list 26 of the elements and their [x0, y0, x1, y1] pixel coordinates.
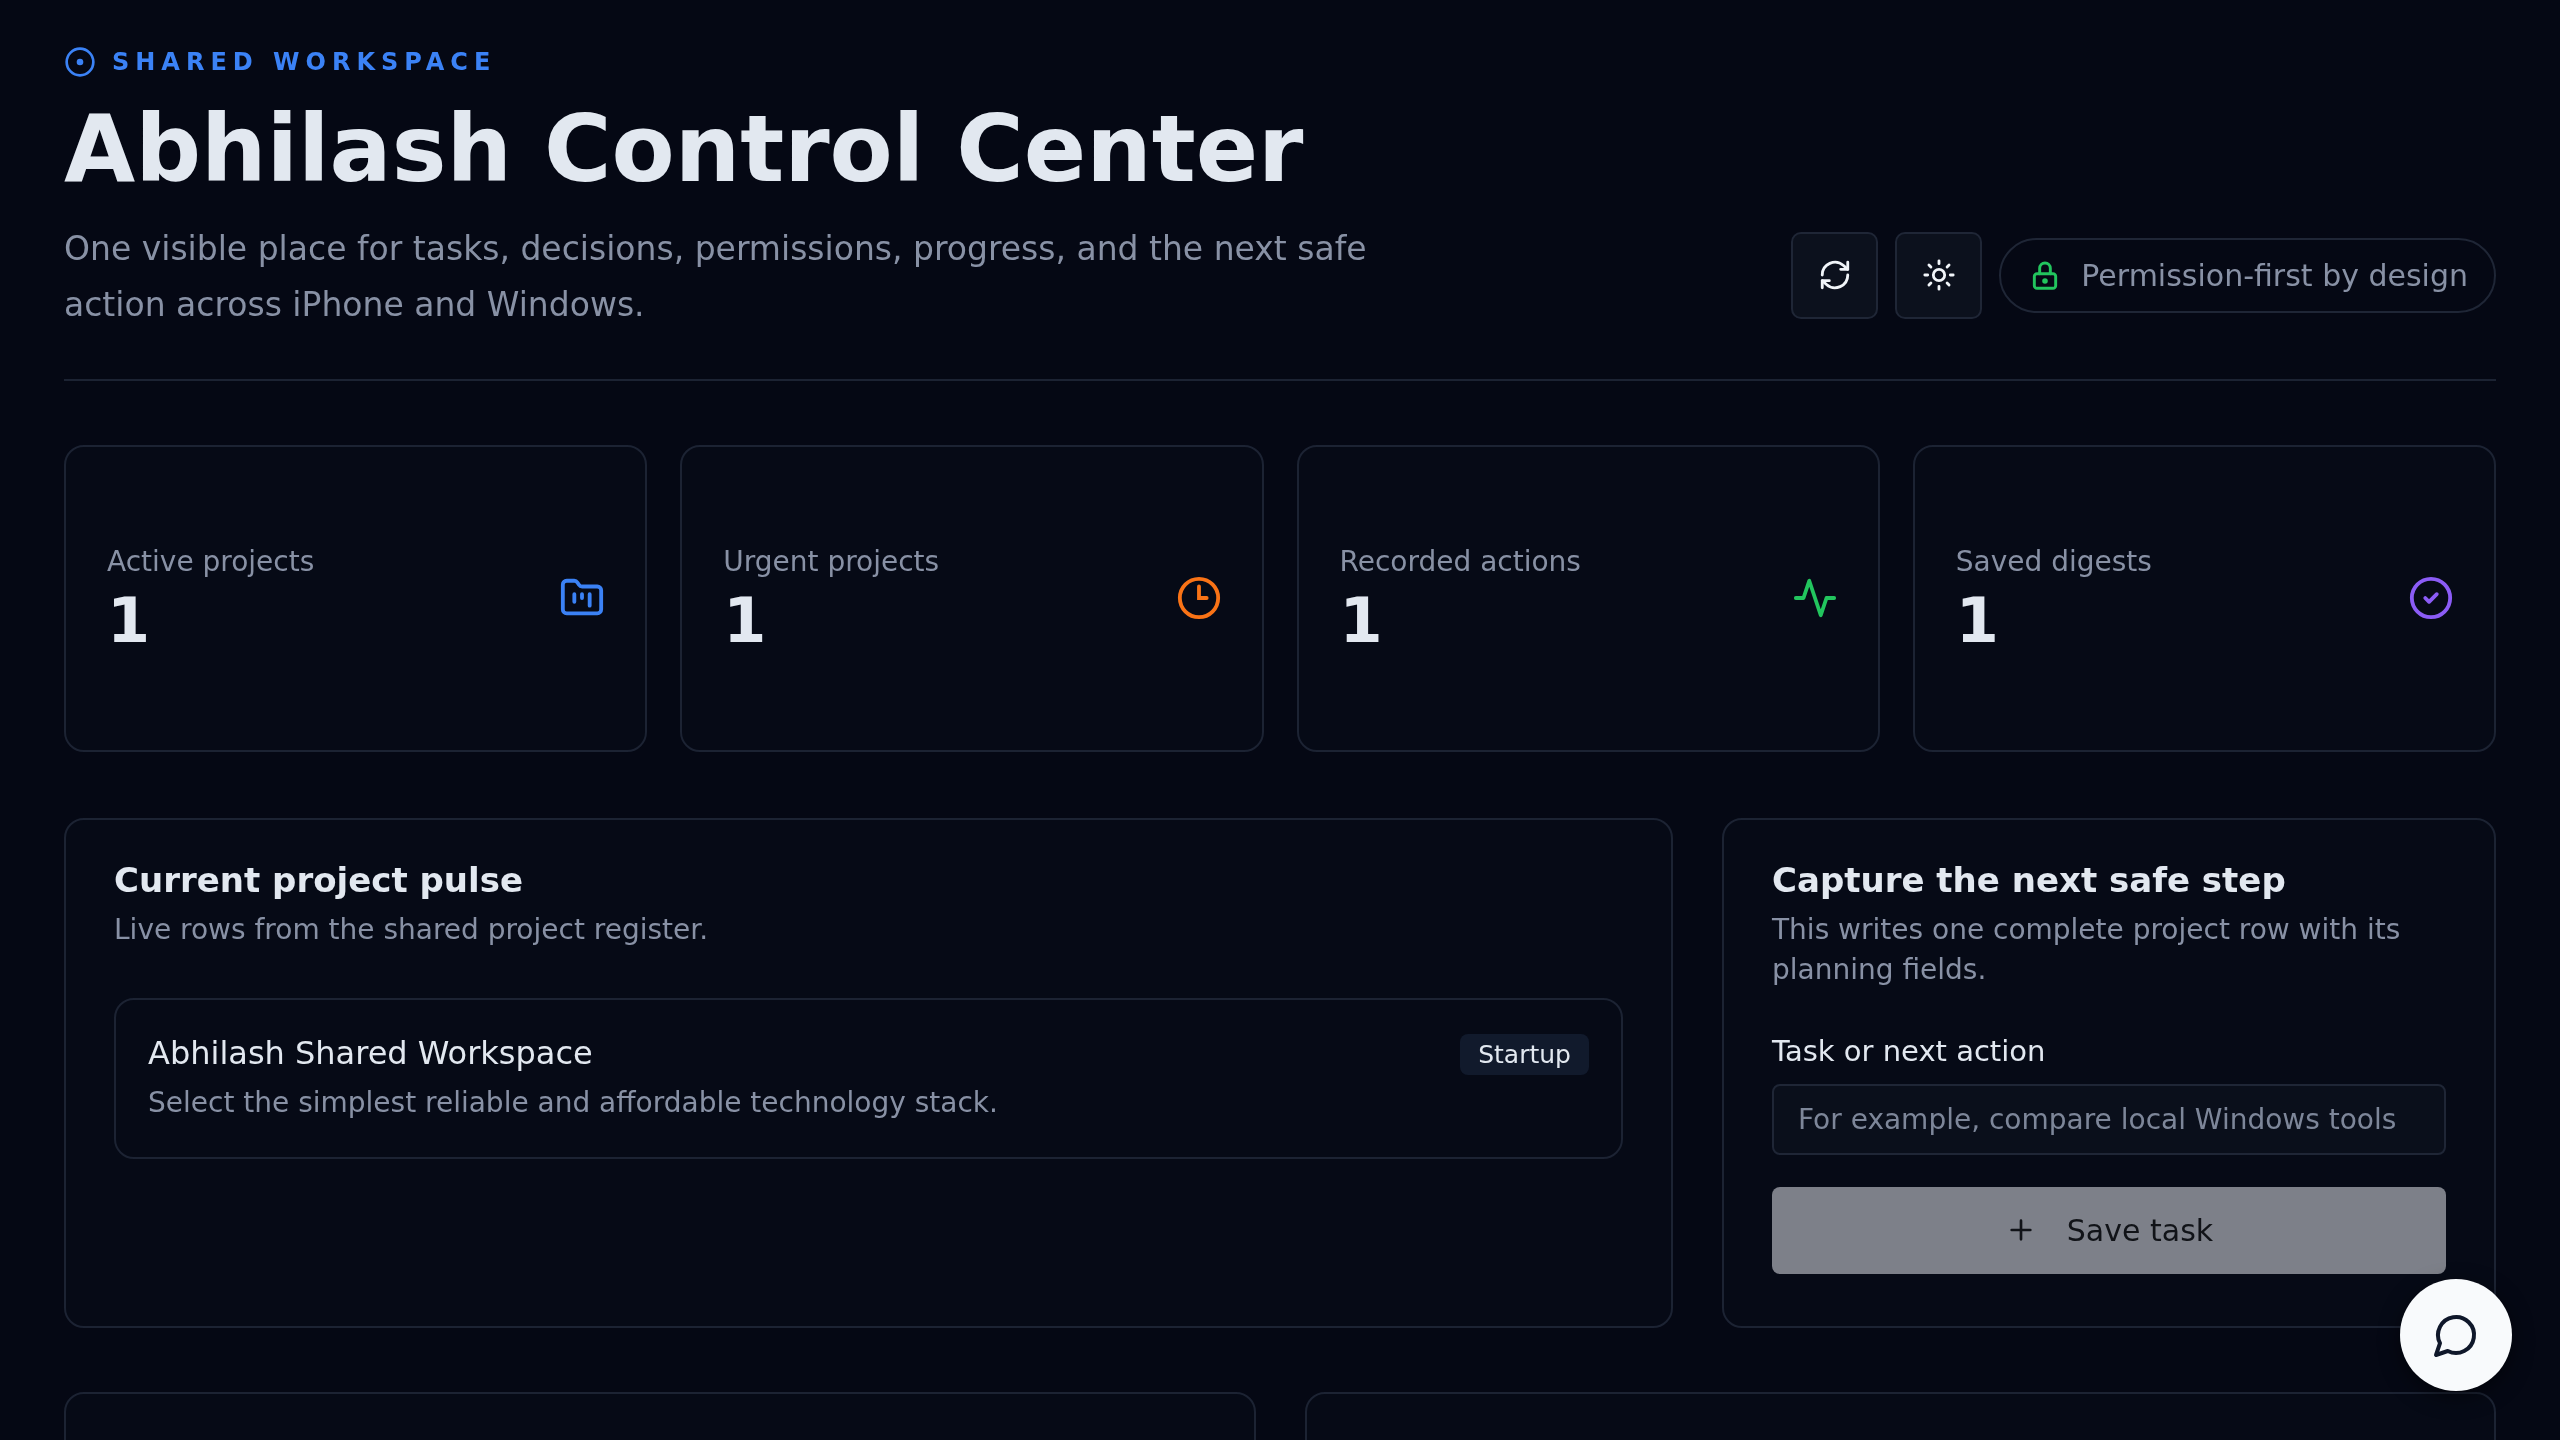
permission-badge: Permission-first by design [1999, 237, 2496, 313]
theme-button[interactable] [1895, 231, 1983, 319]
stat-label: Active projects [107, 544, 315, 578]
page-title: Abhilash Control Center [64, 102, 1305, 199]
stat-label: Urgent projects [723, 544, 940, 578]
project-description: Select the simplest reliable and affordable technology stack. [148, 1085, 998, 1119]
panel-title: Current project pulse [114, 859, 524, 900]
project-name: Abhilash Shared Workspace [148, 1033, 594, 1072]
stat-value: 1 [1955, 589, 2000, 652]
project-row[interactable]: Abhilash Shared Workspace Select the simplest reliable and affordable technology stack. Startup [114, 997, 1623, 1159]
field-label: Task or next action [1772, 1033, 2047, 1068]
panel-title: Capture the next safe step [1772, 859, 2287, 900]
eyebrow-label: SHARED WORKSPACE [112, 48, 497, 76]
stat-label: Recorded actions [1339, 544, 1581, 578]
stat-value: 1 [723, 589, 768, 652]
sun-icon [1921, 258, 1956, 293]
panel-subtitle: This writes one complete project row with its planning fields. [1772, 911, 2402, 988]
task-input[interactable]: For example, compare local Windows tools [1772, 1083, 2446, 1155]
refresh-button[interactable] [1791, 231, 1879, 319]
panel-subtitle: Live rows from the shared project register. [114, 911, 710, 948]
project-tag: Startup [1460, 1033, 1589, 1075]
stat-value: 1 [1339, 589, 1384, 652]
target-icon [64, 46, 96, 78]
page-subtitle: One visible place for tasks, decisions, permissions, progress, and the next safe action across iPhone and Windows. [64, 227, 1368, 326]
stat-value: 1 [107, 589, 152, 652]
stat-label: Saved digests [1955, 544, 2152, 578]
